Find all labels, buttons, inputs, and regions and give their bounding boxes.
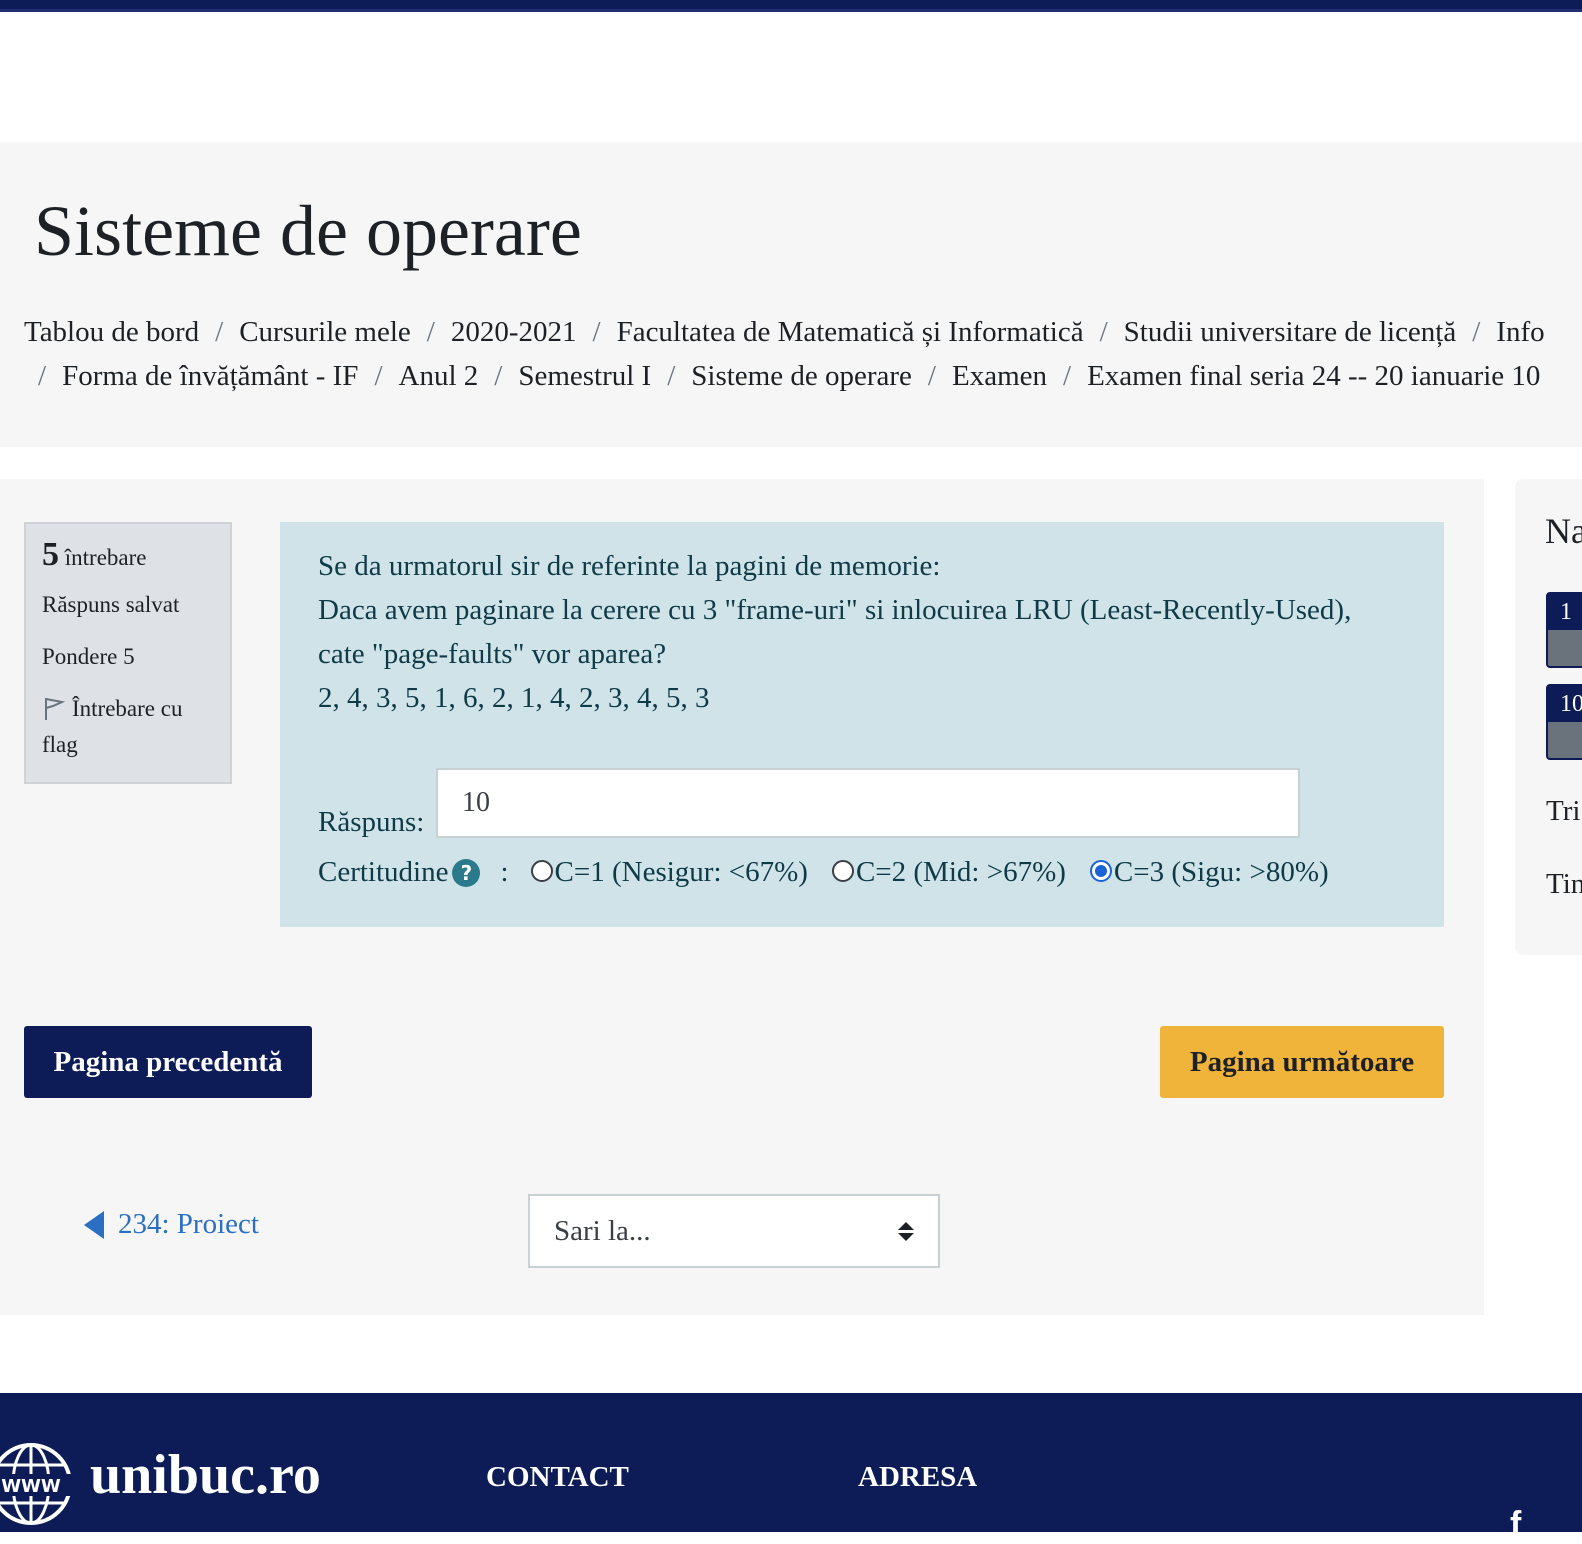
question-label: întrebare bbox=[64, 545, 147, 570]
footer-contact-heading: CONTACT bbox=[486, 1461, 629, 1493]
triangle-left-icon bbox=[84, 1210, 104, 1239]
jump-to-select[interactable]: Sari la... bbox=[528, 1194, 940, 1268]
previous-page-button[interactable]: Pagina precedentă bbox=[24, 1026, 312, 1098]
top-accent-bar bbox=[0, 0, 1582, 12]
page-title: Sisteme de operare bbox=[34, 191, 582, 271]
question-weight: Pondere 5 bbox=[42, 644, 135, 669]
breadcrumb: Tablou de bord / Cursurile mele/2020-2021/… bbox=[24, 316, 1545, 392]
question-number: 5 bbox=[42, 536, 59, 573]
footer-address-heading: ADRESA bbox=[858, 1461, 978, 1493]
breadcrumb-item-semester[interactable]: Semestrul I bbox=[518, 360, 651, 392]
certainty-label: Certitudine bbox=[318, 856, 449, 888]
question-status: Răspuns salvat bbox=[42, 592, 180, 617]
facebook-icon[interactable]: f bbox=[1510, 1505, 1521, 1544]
breadcrumb-item-final-exam[interactable]: Examen final seria 24 -- 20 ianuarie 10 bbox=[1087, 360, 1540, 392]
certainty-option-1[interactable]: C=1 (Nesigur: <67%) bbox=[530, 856, 808, 889]
flag-label-cont: flag bbox=[42, 732, 78, 757]
reference-sequence: 2, 4, 3, 5, 1, 6, 2, 1, 4, 2, 3, 4, 5, 3 bbox=[318, 682, 710, 714]
breadcrumb-item-year[interactable]: 2020-2021 bbox=[451, 316, 577, 348]
select-arrows-icon bbox=[898, 1221, 914, 1241]
quiz-nav-title: Na bbox=[1545, 511, 1582, 551]
help-icon[interactable]: ? bbox=[452, 858, 481, 887]
quiz-nav-timer: Tin bbox=[1546, 868, 1582, 900]
certainty-row: Certitudine ? : C=1 (Nesigur: <67%) C=2 … bbox=[318, 856, 1329, 889]
breadcrumb-item-course[interactable]: Sisteme de operare bbox=[691, 360, 912, 392]
breadcrumb-item-my-courses[interactable]: Cursurile mele bbox=[239, 316, 411, 348]
quiz-nav-button-1[interactable]: 1 bbox=[1546, 592, 1582, 668]
radio-c1[interactable] bbox=[530, 859, 553, 882]
breadcrumb-item-dashboard[interactable]: Tablou de bord bbox=[24, 316, 199, 348]
question-text: Se da urmatorul sir de referinte la pagi… bbox=[318, 544, 1428, 720]
quiz-nav-button-10[interactable]: 10 bbox=[1546, 684, 1582, 760]
footer-brand[interactable]: unibuc.ro bbox=[90, 1443, 321, 1507]
footer: WWW unibuc.ro CONTACT ADRESA f bbox=[0, 1393, 1582, 1543]
svg-text:WWW: WWW bbox=[1, 1476, 61, 1497]
page-header bbox=[0, 142, 1582, 447]
next-page-button[interactable]: Pagina următoare bbox=[1160, 1026, 1444, 1098]
answer-label: Răspuns: bbox=[318, 806, 425, 838]
breadcrumb-item-faculty[interactable]: Facultatea de Matematică și Informatică bbox=[617, 316, 1084, 348]
breadcrumb-item-exam[interactable]: Examen bbox=[952, 360, 1047, 392]
breadcrumb-item-year-2[interactable]: Anul 2 bbox=[399, 360, 479, 392]
question-info-box: 5 întrebare Răspuns salvat Pondere 5 Înt… bbox=[24, 522, 232, 784]
quiz-nav-finish-link[interactable]: Tri bbox=[1546, 795, 1580, 828]
flag-icon bbox=[45, 698, 66, 720]
globe-logo-icon: WWW bbox=[0, 1443, 72, 1525]
previous-activity-link[interactable]: 234: Proiect bbox=[84, 1208, 259, 1241]
breadcrumb-item-form[interactable]: Forma de învățământ - IF bbox=[62, 360, 358, 392]
certainty-option-3[interactable]: C=3 (Sigu: >80%) bbox=[1089, 856, 1329, 889]
certainty-option-2[interactable]: C=2 (Mid: >67%) bbox=[831, 856, 1066, 889]
answer-input[interactable] bbox=[436, 768, 1300, 838]
radio-c2[interactable] bbox=[831, 859, 854, 882]
question-content: Se da urmatorul sir de referinte la pagi… bbox=[280, 522, 1444, 927]
breadcrumb-item-info[interactable]: Info bbox=[1496, 316, 1544, 348]
flag-question-toggle[interactable]: Întrebare cu bbox=[42, 696, 182, 722]
flag-label: Întrebare cu bbox=[72, 696, 183, 721]
breadcrumb-item-studies[interactable]: Studii universitare de licență bbox=[1124, 316, 1457, 348]
radio-c3[interactable] bbox=[1089, 859, 1112, 882]
